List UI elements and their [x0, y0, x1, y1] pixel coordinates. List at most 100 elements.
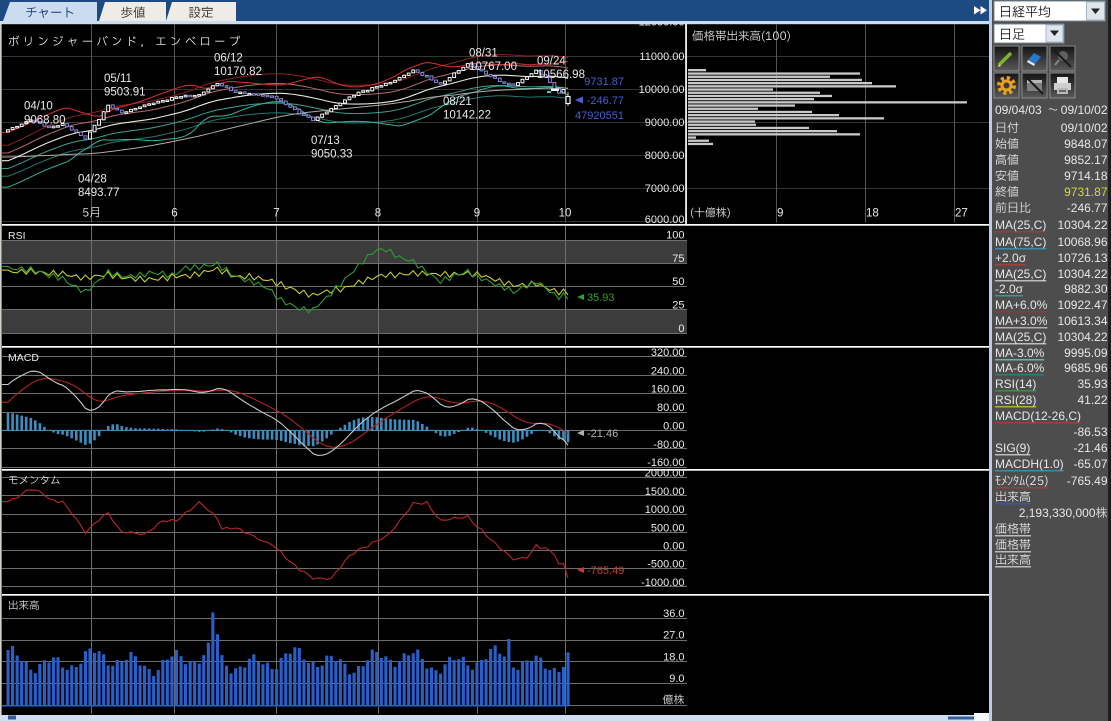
svg-text:25: 25 — [672, 299, 684, 311]
svg-text:SIG(9): SIG(9) — [995, 441, 1030, 455]
svg-text:240.00: 240.00 — [651, 365, 685, 377]
svg-text:6000.00: 6000.00 — [645, 214, 685, 226]
svg-text:1000.00: 1000.00 — [645, 504, 685, 516]
svg-text:11000.00: 11000.00 — [639, 51, 684, 63]
svg-text:10613.34: 10613.34 — [1057, 314, 1107, 328]
svg-text:9050.33: 9050.33 — [311, 149, 353, 161]
svg-text:9731.87: 9731.87 — [584, 76, 624, 88]
svg-text:8000.00: 8000.00 — [645, 150, 685, 162]
svg-text:50: 50 — [672, 276, 684, 288]
svg-text:35.93: 35.93 — [587, 292, 615, 304]
svg-text:7: 7 — [273, 208, 279, 220]
svg-text:04/10: 04/10 — [24, 101, 53, 113]
svg-text:08/21: 08/21 — [443, 96, 472, 108]
svg-text:9852.17: 9852.17 — [1064, 153, 1108, 167]
svg-text:10000.00: 10000.00 — [639, 84, 685, 96]
svg-text:27: 27 — [955, 208, 968, 220]
svg-text:35.93: 35.93 — [1077, 377, 1107, 391]
svg-text:-1000.00: -1000.00 — [641, 577, 684, 589]
svg-text:1500.00: 1500.00 — [645, 486, 685, 498]
svg-text:MA(75,C): MA(75,C) — [995, 235, 1046, 249]
svg-text:+2.0σ: +2.0σ — [995, 251, 1027, 265]
svg-text:RSI(28): RSI(28) — [995, 393, 1036, 407]
svg-text:18.0: 18.0 — [663, 651, 684, 663]
svg-text:09/04/03: 09/04/03 — [995, 103, 1042, 117]
svg-text:2,193,330,000: 2,193,330,000 — [1019, 506, 1096, 520]
svg-text:-765.49: -765.49 — [587, 565, 624, 577]
svg-text:10726.13: 10726.13 — [1057, 251, 1107, 265]
svg-text:500.00: 500.00 — [651, 522, 685, 534]
svg-text:9.0: 9.0 — [669, 673, 684, 685]
svg-text:-246.77: -246.77 — [587, 95, 624, 107]
svg-text:0: 0 — [678, 323, 684, 335]
svg-text:10: 10 — [559, 208, 572, 220]
svg-text:6: 6 — [171, 208, 177, 220]
svg-text:MA(25,C): MA(25,C) — [995, 330, 1046, 344]
svg-text:9685.96: 9685.96 — [1064, 361, 1108, 375]
svg-text:9882.30: 9882.30 — [1064, 282, 1108, 296]
svg-text:100: 100 — [666, 230, 684, 242]
svg-text:9: 9 — [474, 208, 480, 220]
svg-text:-86.53: -86.53 — [1073, 425, 1107, 439]
svg-text:09/10/02: 09/10/02 — [1061, 103, 1108, 117]
svg-text:10142.22: 10142.22 — [443, 110, 491, 122]
svg-text:9503.91: 9503.91 — [104, 87, 146, 99]
svg-text:05/11: 05/11 — [104, 73, 132, 85]
svg-text:MA+3.0%: MA+3.0% — [995, 314, 1048, 328]
svg-text:-246.77: -246.77 — [1067, 201, 1108, 215]
svg-text:36.0: 36.0 — [663, 608, 684, 620]
svg-text:160.00: 160.00 — [651, 384, 685, 396]
svg-text:RSI: RSI — [8, 230, 26, 242]
svg-text:-80.00: -80.00 — [653, 439, 684, 451]
svg-text:04/28: 04/28 — [78, 174, 107, 186]
svg-text:10304.22: 10304.22 — [1057, 267, 1107, 281]
svg-text:0.00: 0.00 — [663, 420, 684, 432]
svg-text:-765.49: -765.49 — [1067, 474, 1108, 488]
svg-text:10922.47: 10922.47 — [1057, 298, 1107, 312]
svg-text:10170.82: 10170.82 — [214, 66, 262, 78]
svg-text:08/31: 08/31 — [469, 48, 498, 60]
svg-text:2000.00: 2000.00 — [645, 468, 685, 480]
svg-text:9848.07: 9848.07 — [1064, 137, 1108, 151]
svg-text:41.22: 41.22 — [1077, 393, 1107, 407]
svg-text:320.00: 320.00 — [651, 347, 685, 359]
svg-text:MA-3.0%: MA-3.0% — [995, 346, 1045, 360]
svg-text:06/12: 06/12 — [214, 53, 243, 65]
svg-text:47920551: 47920551 — [575, 110, 624, 122]
svg-text:10304.22: 10304.22 — [1057, 218, 1107, 232]
svg-text:27.0: 27.0 — [663, 630, 684, 642]
svg-text:9714.18: 9714.18 — [1064, 169, 1108, 183]
svg-text:0.00: 0.00 — [663, 541, 684, 553]
svg-text:09/10/02: 09/10/02 — [1061, 121, 1108, 135]
svg-text:-21.46: -21.46 — [587, 428, 618, 440]
svg-text:07/13: 07/13 — [311, 135, 340, 147]
svg-text:10304.22: 10304.22 — [1057, 330, 1107, 344]
svg-text:09/24: 09/24 — [537, 56, 566, 68]
svg-text:9731.87: 9731.87 — [1064, 185, 1108, 199]
svg-text:RSI(14): RSI(14) — [995, 377, 1036, 391]
svg-text:MA-6.0%: MA-6.0% — [995, 361, 1045, 375]
svg-text:MACD: MACD — [8, 352, 39, 364]
svg-text:10566.98: 10566.98 — [537, 69, 585, 81]
svg-text:-65.07: -65.07 — [1073, 457, 1107, 471]
svg-text:75: 75 — [672, 253, 684, 265]
svg-text:MACD(12-26,C): MACD(12-26,C) — [995, 409, 1081, 423]
svg-text:9995.09: 9995.09 — [1064, 346, 1108, 360]
svg-text:8493.77: 8493.77 — [78, 187, 120, 199]
svg-text:-21.46: -21.46 — [1073, 441, 1107, 455]
svg-text:10068.96: 10068.96 — [1057, 235, 1107, 249]
svg-text:9068.80: 9068.80 — [24, 115, 66, 127]
svg-text:9000.00: 9000.00 — [645, 117, 685, 129]
svg-text:80.00: 80.00 — [657, 402, 685, 414]
svg-text:-500.00: -500.00 — [647, 559, 684, 571]
svg-text:-2.0σ: -2.0σ — [995, 282, 1024, 296]
svg-text:MA(25,C): MA(25,C) — [995, 267, 1046, 281]
svg-text:18: 18 — [866, 208, 879, 220]
svg-text:MA(25,C): MA(25,C) — [995, 218, 1046, 232]
svg-text:8: 8 — [375, 208, 381, 220]
svg-text:MA+6.0%: MA+6.0% — [995, 298, 1048, 312]
svg-text:7000.00: 7000.00 — [645, 183, 685, 195]
svg-text:9: 9 — [777, 208, 783, 220]
svg-text:10767.00: 10767.00 — [469, 61, 517, 73]
svg-text:MACDH(1.0): MACDH(1.0) — [995, 457, 1064, 471]
